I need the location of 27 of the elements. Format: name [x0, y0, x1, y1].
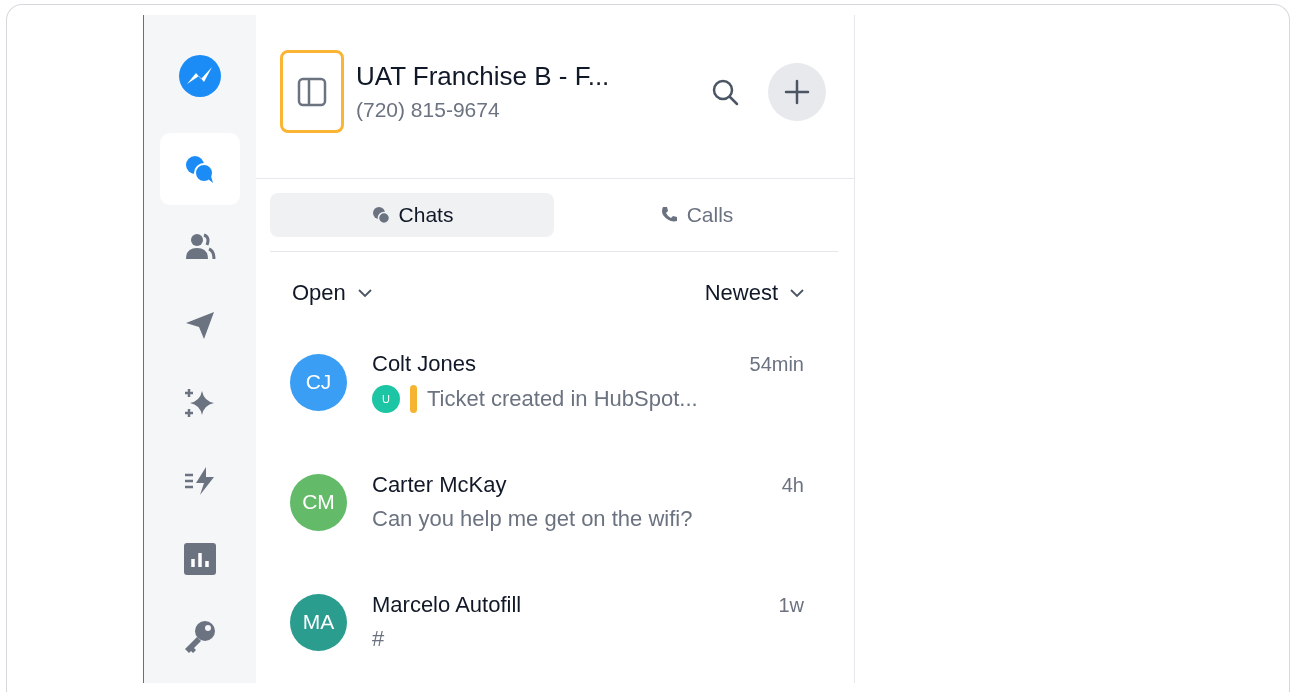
- message-preview: #: [372, 626, 385, 652]
- contact-name[interactable]: Marcelo Autofill: [372, 592, 522, 618]
- nav-item[interactable]: [160, 133, 240, 205]
- avatar: CM: [290, 473, 347, 531]
- phone-number: (720) 815-9674: [356, 98, 501, 122]
- avatar: CJ: [290, 353, 347, 411]
- timestamp: 4h: [781, 474, 804, 497]
- logo-icon: [177, 53, 223, 99]
- assignee-avatar: U: [372, 385, 400, 413]
- chat-bubbles-icon: [370, 205, 391, 225]
- message-preview: Ticket created in HubSpot...: [427, 386, 698, 412]
- status-filter-dropdown[interactable]: Open: [292, 280, 374, 306]
- avatar: MA: [290, 593, 347, 651]
- contact-name[interactable]: Carter McKay: [372, 472, 507, 498]
- contact-name[interactable]: Colt Jones: [372, 351, 476, 377]
- sidebar-toggle-button[interactable]: [280, 50, 344, 133]
- status-marker: [410, 385, 417, 413]
- inbox-title: UAT Franchise B - F...: [356, 61, 611, 92]
- timestamp: 54min: [749, 353, 804, 376]
- tab[interactable]: Chats: [270, 193, 554, 237]
- sort-dropdown[interactable]: Newest: [704, 280, 806, 306]
- timestamp: 1w: [778, 594, 804, 617]
- bar-chart-icon: [182, 541, 218, 577]
- tab[interactable]: Calls: [554, 193, 838, 237]
- plus-icon: [784, 78, 810, 105]
- sidebar-toggle-icon: [296, 75, 328, 108]
- message-preview: Can you help me get on the wifi?: [372, 506, 693, 532]
